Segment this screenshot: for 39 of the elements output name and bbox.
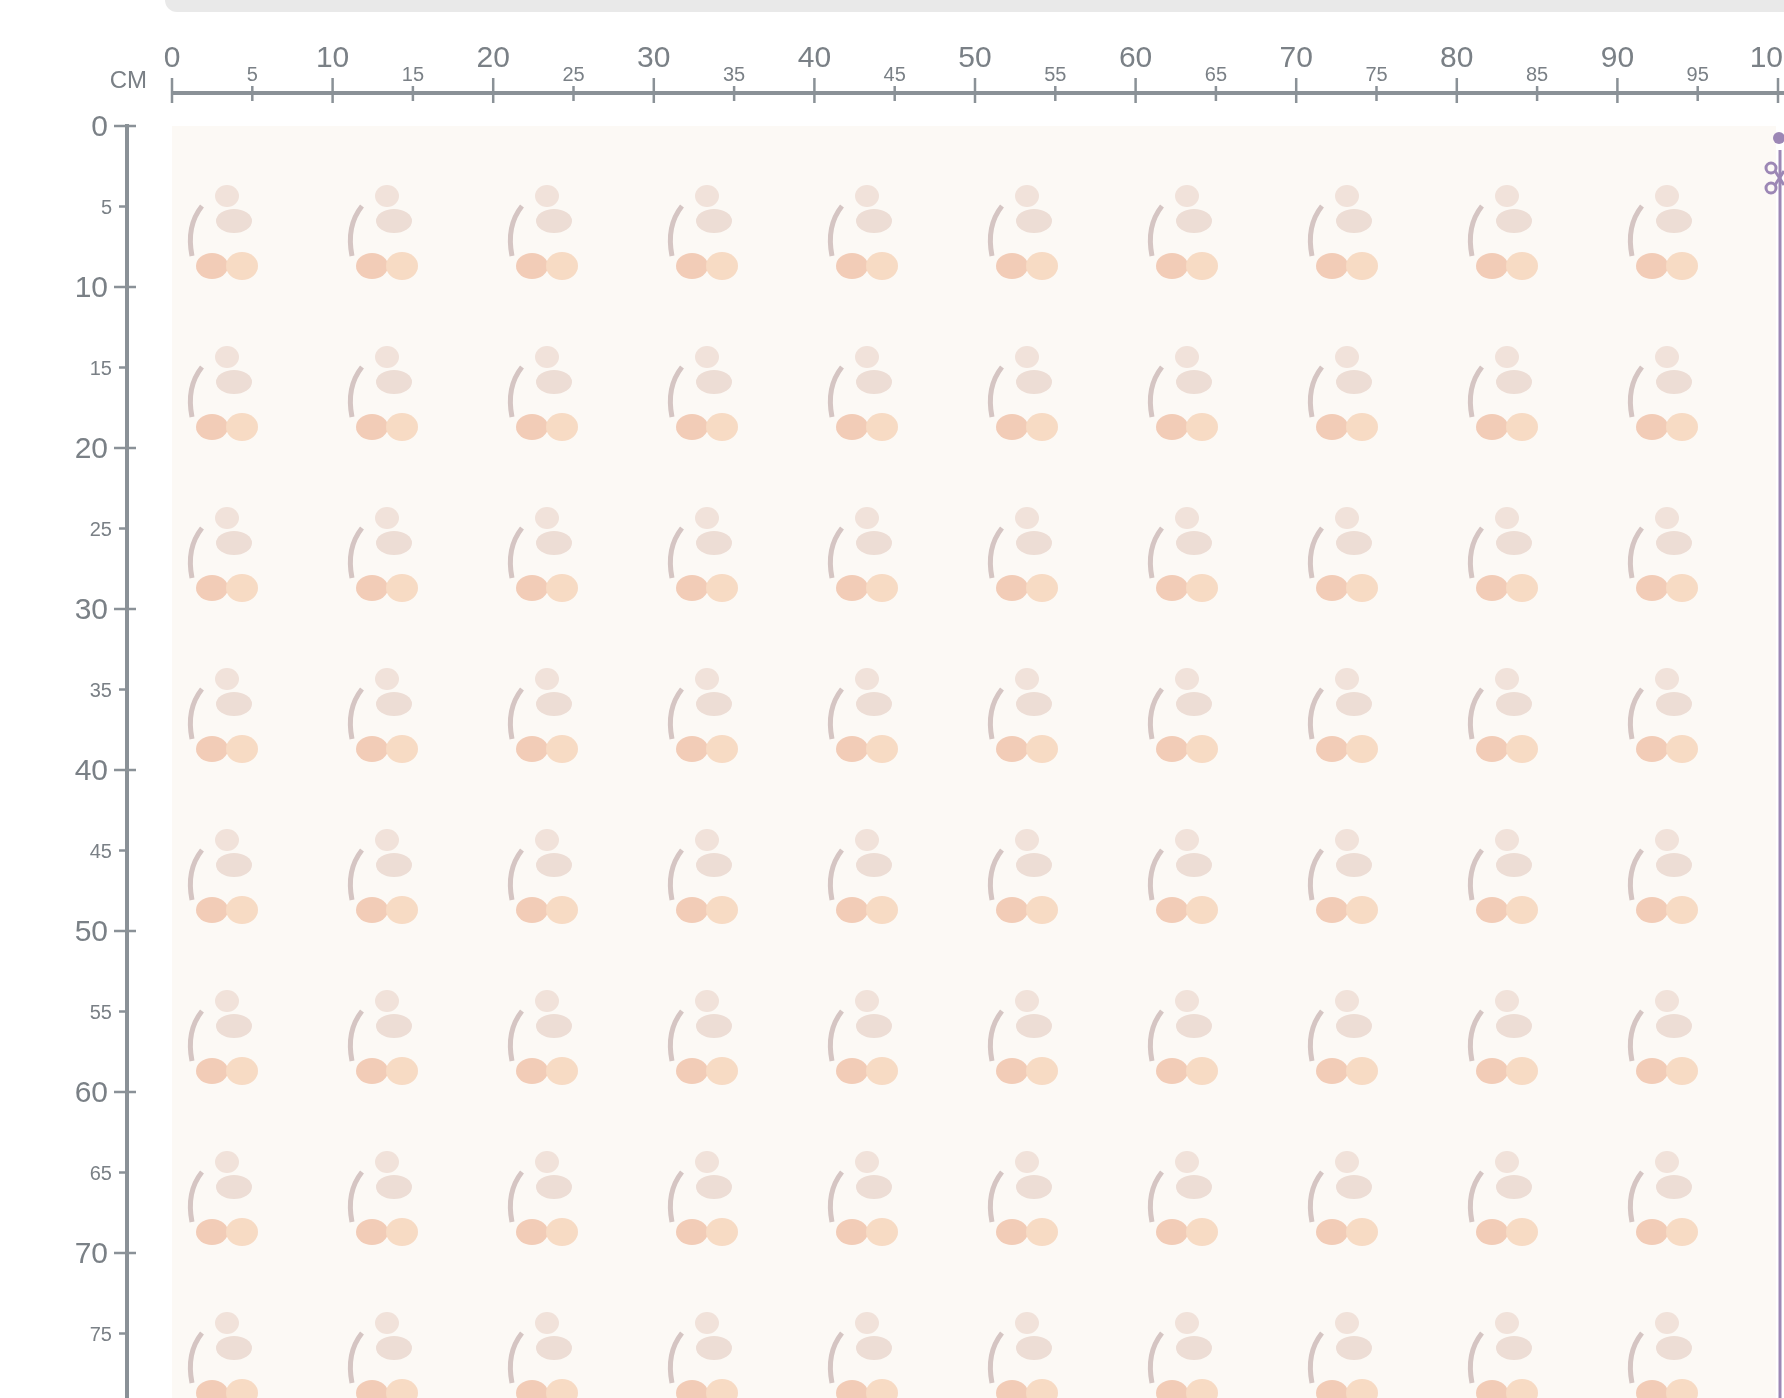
ruler-label: 10 [315, 40, 350, 73]
ruler-label: 50 [74, 914, 108, 947]
ruler-label: 25 [562, 63, 585, 85]
ruler-label: 75 [1365, 63, 1388, 85]
ruler-label: 60 [1118, 40, 1153, 73]
ruler-label: 5 [100, 195, 112, 218]
ruler-label: 65 [1204, 63, 1228, 85]
ruler-label: 90 [1600, 40, 1635, 73]
ruler-label: 30 [74, 592, 108, 625]
ruler-label: 45 [89, 839, 112, 862]
ruler-label: 5 [246, 63, 258, 85]
ruler-label: 65 [89, 1161, 112, 1184]
ruler-label: 60 [74, 1075, 108, 1108]
ruler-label: 50 [958, 40, 992, 73]
ruler-label: 95 [1686, 63, 1709, 85]
ruler-label: 85 [1525, 63, 1549, 85]
ruler-label: 40 [797, 40, 832, 73]
scissors-icon [1764, 161, 1784, 195]
ruler-label: 25 [89, 517, 112, 540]
ruler-label: 20 [476, 40, 510, 73]
ruler-label: 70 [1279, 40, 1313, 73]
ruler-label: 80 [1440, 40, 1474, 73]
ruler-label: 15 [401, 63, 424, 85]
ruler-label: 40 [74, 753, 108, 786]
ruler-label: 55 [1044, 63, 1067, 85]
ruler-label: 20 [74, 431, 108, 464]
ruler-label: 35 [722, 63, 746, 85]
ruler-label: 35 [89, 678, 112, 701]
ruler-label: 75 [89, 1322, 112, 1345]
ruler-label: 30 [637, 40, 671, 73]
ruler-label: 15 [89, 356, 112, 379]
ruler-label: 70 [74, 1236, 108, 1269]
ruler-label: 0 [163, 40, 181, 73]
unit-label: CM [109, 66, 147, 93]
ruler-label: 10 [1749, 40, 1783, 73]
ruler-label: 45 [883, 63, 906, 85]
ruler-label: 10 [74, 270, 108, 303]
ruler-label: 0 [91, 109, 108, 142]
ruler-label: 55 [89, 1000, 112, 1023]
